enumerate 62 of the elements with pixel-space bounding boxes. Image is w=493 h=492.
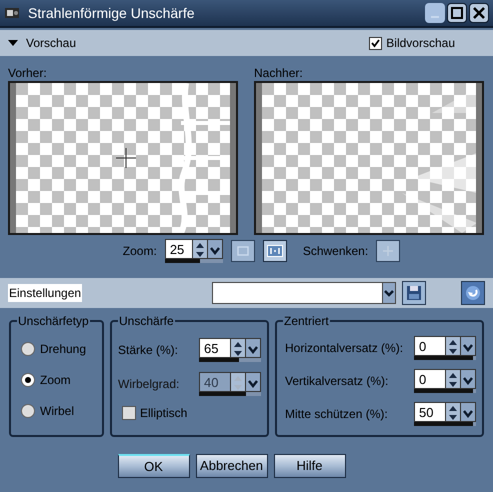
slider-track[interactable] (199, 358, 261, 362)
camera-icon (4, 6, 20, 20)
group-title: Unschärfetyp (17, 313, 90, 329)
dropdown-caret-icon[interactable] (245, 338, 261, 358)
number-field[interactable]: 65 (199, 338, 231, 358)
slider-track[interactable] (199, 392, 261, 396)
preview-label: Vorher: (8, 65, 48, 80)
field-label: Horizontalversatz (%): (285, 340, 404, 357)
slider-track[interactable] (164, 259, 223, 263)
minimize-icon (431, 16, 439, 18)
dropdown-caret-icon[interactable] (206, 239, 223, 259)
field-label: Stärke (%): (118, 342, 178, 359)
frame-icon (236, 245, 250, 257)
number-field[interactable]: 50 (414, 402, 446, 422)
reset-button[interactable] (461, 281, 485, 305)
radio-button[interactable] (21, 342, 35, 356)
dialog-button[interactable]: Abbrechen (196, 454, 268, 478)
checkbox[interactable] (369, 36, 382, 50)
save-button[interactable] (402, 281, 426, 305)
number-field[interactable]: 0 (414, 336, 446, 356)
spin-arrows-icon[interactable] (231, 372, 245, 392)
crosshair-icon (382, 245, 394, 257)
preview-label: Nachher: (254, 65, 304, 80)
field-label: Mitte schützen (%): (285, 406, 388, 423)
dropdown-caret-icon[interactable] (245, 372, 261, 392)
minimize-button[interactable] (425, 3, 445, 23)
close-button[interactable] (469, 3, 489, 23)
maximize-button[interactable] (447, 3, 467, 23)
actual-size-button[interactable] (262, 240, 287, 262)
preview-toggle[interactable]: Vorschau (8, 34, 76, 52)
number-field[interactable]: 25 (164, 239, 193, 259)
dropdown-caret-icon[interactable] (460, 336, 476, 356)
number-field[interactable]: 0 (414, 369, 446, 389)
spin-arrows-icon[interactable] (192, 239, 207, 259)
preset-dropdown[interactable] (212, 282, 396, 304)
dialog-button[interactable]: Hilfe (274, 454, 346, 478)
one-to-one-icon (266, 245, 283, 257)
checkbox[interactable] (122, 406, 136, 420)
caret-icon (382, 283, 395, 303)
radio-label: Zoom (40, 372, 71, 389)
pan-label: Schwenken: (302, 243, 368, 260)
window-title: Strahlenförmige Unschärfe (28, 4, 196, 23)
radio-button[interactable] (21, 373, 35, 387)
checkbox-label: Bildvorschau (386, 35, 455, 52)
radio-label: Wirbel (40, 403, 74, 420)
radio-label: Drehung (40, 341, 86, 358)
spin-arrows-icon[interactable] (446, 402, 460, 422)
spin-arrows-icon[interactable] (446, 369, 460, 389)
spin-arrows-icon[interactable] (446, 336, 460, 356)
dropdown-caret-icon[interactable] (460, 369, 476, 389)
spin-arrows-icon[interactable] (231, 338, 245, 358)
expanded-arrow-icon (8, 40, 18, 46)
field-label: Vertikalversatz (%): (285, 373, 388, 390)
radio-button[interactable] (21, 404, 35, 418)
field-label: Wirbelgrad: (118, 376, 180, 393)
settings-label: Einstellungen (8, 284, 82, 302)
dropdown-caret-icon[interactable] (460, 402, 476, 422)
checkbox-label: Elliptisch (140, 405, 188, 422)
pan-button[interactable] (376, 240, 400, 262)
fit-window-button[interactable] (230, 240, 255, 262)
dialog-button[interactable]: OK (118, 454, 190, 478)
zoom-label: Zoom: (122, 243, 157, 260)
